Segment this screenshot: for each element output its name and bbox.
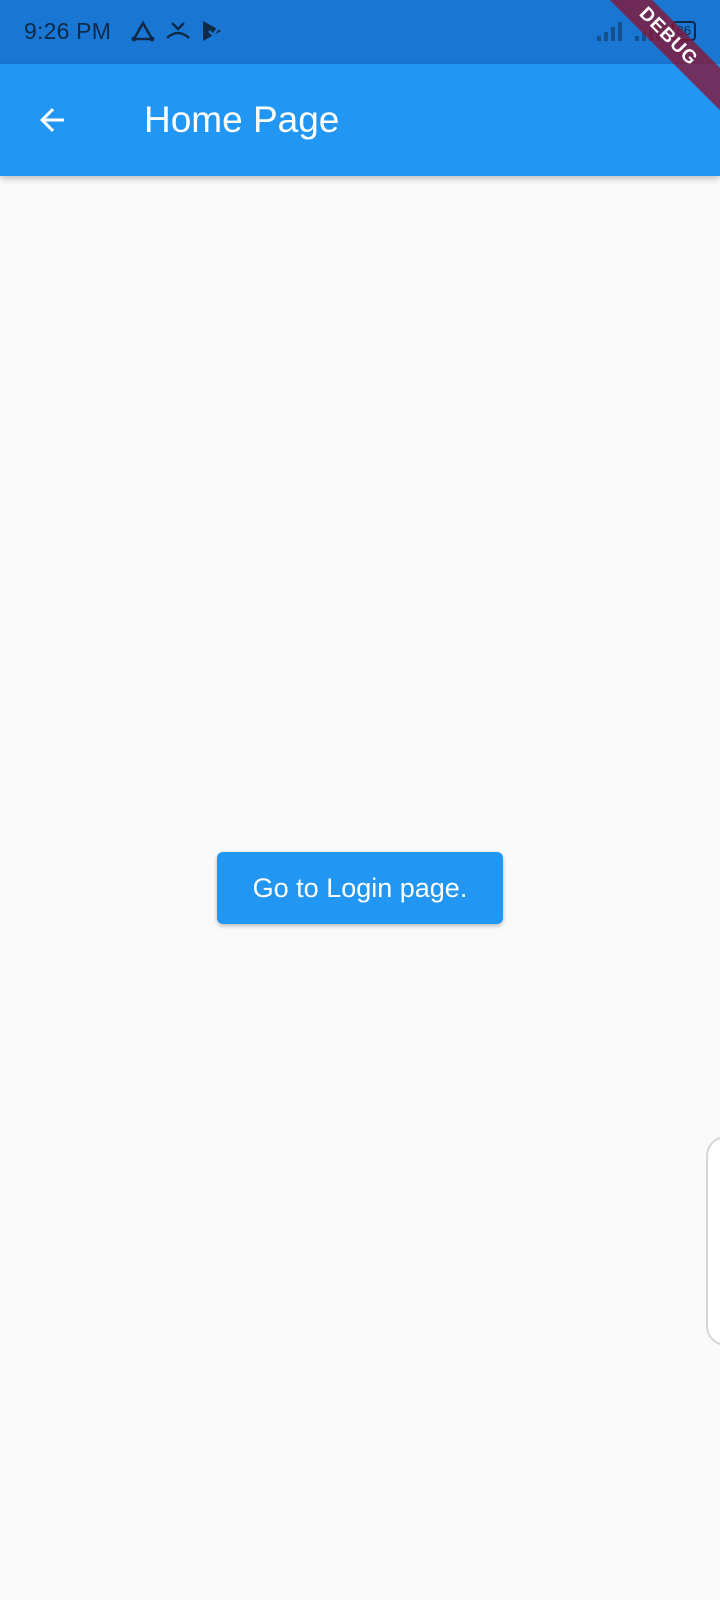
status-time: 9:26 PM [24,18,112,44]
status-system-icons: 86 [596,20,696,42]
page-title: Home Page [144,99,340,140]
play-store-icon [203,21,223,41]
missed-call-icon [166,22,190,39]
back-button[interactable] [20,88,84,152]
status-notification-icons [130,18,224,44]
status-bar: 9:26 PM 86 [0,0,720,64]
transfer-icon [131,20,155,42]
app-bar: Home Page [0,64,720,176]
page-body: Go to Login page. [0,176,720,1600]
go-to-login-button[interactable]: Go to Login page. [217,852,503,924]
arrow-back-icon [40,108,64,132]
battery-icon: 86 [671,21,696,41]
signal-icon [596,22,622,41]
signal-icon [634,22,660,41]
edge-panel-handle[interactable] [706,1136,720,1346]
